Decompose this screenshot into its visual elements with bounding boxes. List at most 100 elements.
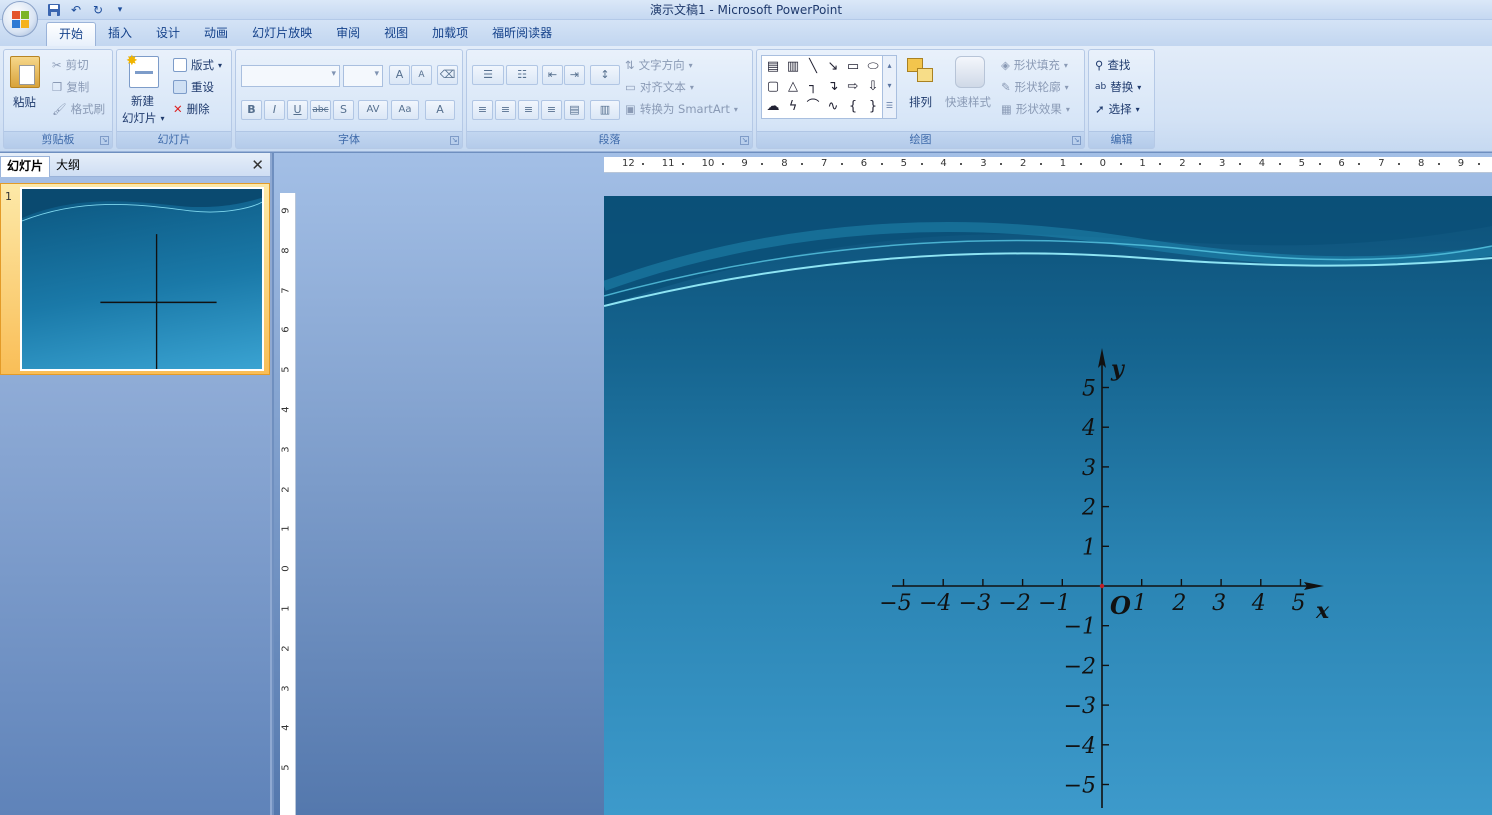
- office-button[interactable]: [2, 1, 38, 37]
- tab-slides-panel[interactable]: 幻灯片: [0, 156, 51, 177]
- replace-button[interactable]: ab 替换 ▾: [1095, 79, 1141, 95]
- underline-button[interactable]: U: [287, 100, 308, 120]
- arrange-button[interactable]: 排列: [909, 94, 932, 110]
- align-left-button[interactable]: ≡: [472, 100, 493, 120]
- gallery-scroll-icon[interactable]: ▴ ▾ ☰: [882, 56, 896, 118]
- group-slides: ✸ 新建 幻灯片 ▾ 版式 ▾ 重设 ✕ 删除 幻灯片: [116, 49, 232, 149]
- shape-effects-button[interactable]: ▦ 形状效果 ▾: [1001, 101, 1070, 117]
- new-slide-icon[interactable]: ✸: [126, 53, 159, 88]
- line-shape-icon[interactable]: ╲: [804, 58, 822, 76]
- textbox-shape-icon[interactable]: ▤: [764, 58, 782, 76]
- y-tick-label: 4: [1081, 416, 1096, 441]
- distributed-button[interactable]: ▤: [564, 100, 585, 120]
- align-right-button[interactable]: ≡: [518, 100, 539, 120]
- tab-add-ins[interactable]: 加载项: [420, 22, 480, 46]
- convert-smartart-button[interactable]: ▣ 转换为 SmartArt ▾: [625, 101, 738, 117]
- select-button[interactable]: ➚ 选择 ▾: [1095, 101, 1140, 117]
- cut-button[interactable]: ✂ 剪切: [52, 57, 89, 73]
- copy-button[interactable]: ❐ 复制: [52, 79, 89, 95]
- tab-insert[interactable]: 插入: [96, 22, 144, 46]
- rounded-rect-shape-icon[interactable]: ▢: [764, 78, 782, 96]
- font-color-button[interactable]: A: [425, 100, 455, 120]
- decrease-indent-button[interactable]: ⇤: [542, 65, 563, 85]
- dropdown-arrow-icon: ▾: [688, 60, 693, 70]
- tab-animations[interactable]: 动画: [192, 22, 240, 46]
- strikethrough-button[interactable]: abc: [310, 100, 331, 120]
- clear-format-icon[interactable]: ⌫: [437, 65, 458, 85]
- elbow-arrow-shape-icon[interactable]: ↴: [824, 78, 842, 96]
- clipboard-launcher-icon[interactable]: ↘: [100, 136, 109, 145]
- lightning-shape-icon[interactable]: ϟ: [784, 98, 802, 116]
- shadow-button[interactable]: S: [333, 100, 354, 120]
- slide-thumbnail[interactable]: [20, 187, 264, 371]
- group-editing: ⚲ 查找 ab 替换 ▾ ➚ 选择 ▾ 编辑: [1088, 49, 1155, 149]
- bullets-button[interactable]: ☰: [472, 65, 504, 85]
- tab-design[interactable]: 设计: [144, 22, 192, 46]
- right-brace-shape-icon[interactable]: }: [864, 98, 882, 116]
- tab-outline-panel[interactable]: 大纲: [50, 156, 86, 177]
- new-slide-label-1[interactable]: 新建: [131, 93, 154, 109]
- bold-button[interactable]: B: [241, 100, 262, 120]
- char-spacing-button[interactable]: AV: [358, 100, 388, 120]
- callout-shape-icon[interactable]: ☁: [764, 98, 782, 116]
- drawing-launcher-icon[interactable]: ↘: [1072, 136, 1081, 145]
- oval-shape-icon[interactable]: ⬭: [864, 58, 882, 76]
- change-case-button[interactable]: Aa: [391, 100, 419, 120]
- shapes-gallery[interactable]: ▤ ▥ ╲ ↘ ▭ ⬭ ▢ △ ┐ ↴ ⇨ ⇩ ☁ ϟ ⌒ ∿ { } ▴ ▾ ☰: [761, 55, 897, 119]
- new-slide-label-2[interactable]: 幻灯片 ▾: [122, 110, 165, 126]
- arc-shape-icon[interactable]: ⌒: [804, 98, 822, 116]
- vertical-textbox-shape-icon[interactable]: ▥: [784, 58, 802, 76]
- italic-button[interactable]: I: [264, 100, 285, 120]
- paste-icon[interactable]: [10, 56, 40, 88]
- rectangle-shape-icon[interactable]: ▭: [844, 58, 862, 76]
- tab-review[interactable]: 审阅: [324, 22, 372, 46]
- right-arrow-shape-icon[interactable]: ⇨: [844, 78, 862, 96]
- reset-button[interactable]: 重设: [173, 79, 214, 95]
- quick-styles-icon[interactable]: [955, 56, 985, 88]
- increase-indent-button[interactable]: ⇥: [564, 65, 585, 85]
- ruler-tick: [1477, 163, 1480, 165]
- down-arrow-shape-icon[interactable]: ⇩: [864, 78, 882, 96]
- slides-panel: 幻灯片 大纲 ✕ 1: [0, 153, 272, 815]
- text-direction-button[interactable]: ⇅ 文字方向 ▾: [625, 57, 693, 73]
- elbow-connector-shape-icon[interactable]: ┐: [804, 78, 822, 96]
- grow-font-button[interactable]: A: [389, 65, 410, 85]
- tab-home[interactable]: 开始: [46, 22, 97, 46]
- tab-slide-show[interactable]: 幻灯片放映: [240, 22, 324, 46]
- columns-button[interactable]: ▥: [590, 100, 620, 120]
- shrink-font-button[interactable]: A: [411, 65, 432, 85]
- align-text-button[interactable]: ▭ 对齐文本 ▾: [625, 79, 694, 95]
- slide-canvas[interactable]: −5 −4 −3 −2 −1 1 2 3 4 5 5 4 3 2 1 −1 −2 −3 −4 −5 x y O: [604, 196, 1492, 815]
- triangle-shape-icon[interactable]: △: [784, 78, 802, 96]
- layout-button[interactable]: 版式 ▾: [173, 57, 222, 73]
- arrow-line-shape-icon[interactable]: ↘: [824, 58, 842, 76]
- paste-button[interactable]: 粘贴: [13, 94, 36, 110]
- left-brace-shape-icon[interactable]: {: [844, 98, 862, 116]
- font-launcher-icon[interactable]: ↘: [450, 136, 459, 145]
- line-spacing-button[interactable]: ↕: [590, 65, 620, 85]
- align-center-button[interactable]: ≡: [495, 100, 516, 120]
- font-name-combo[interactable]: [241, 65, 340, 87]
- find-button[interactable]: ⚲ 查找: [1095, 57, 1130, 73]
- y-tick-label: −2: [1064, 654, 1096, 679]
- tab-view[interactable]: 视图: [372, 22, 420, 46]
- curve-shape-icon[interactable]: ∿: [824, 98, 842, 116]
- slide-thumbnail-row[interactable]: 1: [0, 183, 270, 375]
- ruler-label: 8: [1418, 158, 1425, 169]
- slide-number: 1: [5, 190, 12, 203]
- format-painter-button[interactable]: 🖌 格式刷: [52, 101, 105, 117]
- quick-styles-button[interactable]: 快速样式: [945, 94, 991, 110]
- delete-slide-button[interactable]: ✕ 删除: [173, 101, 210, 117]
- numbering-button[interactable]: ☷: [506, 65, 538, 85]
- window-title: 演示文稿1 - Microsoft PowerPoint: [649, 3, 843, 17]
- paragraph-launcher-icon[interactable]: ↘: [740, 136, 749, 145]
- shape-fill-button[interactable]: ◈ 形状填充 ▾: [1001, 57, 1068, 73]
- arrange-icon[interactable]: [907, 56, 937, 88]
- font-size-combo[interactable]: [343, 65, 383, 87]
- ruler-label: 4: [280, 406, 292, 413]
- shape-outline-button[interactable]: ✎ 形状轮廓 ▾: [1001, 79, 1069, 95]
- ruler-label: 4: [940, 158, 947, 169]
- tab-foxit-reader[interactable]: 福昕阅读器: [480, 22, 564, 46]
- close-icon[interactable]: ✕: [251, 156, 264, 174]
- justify-button[interactable]: ≡: [541, 100, 562, 120]
